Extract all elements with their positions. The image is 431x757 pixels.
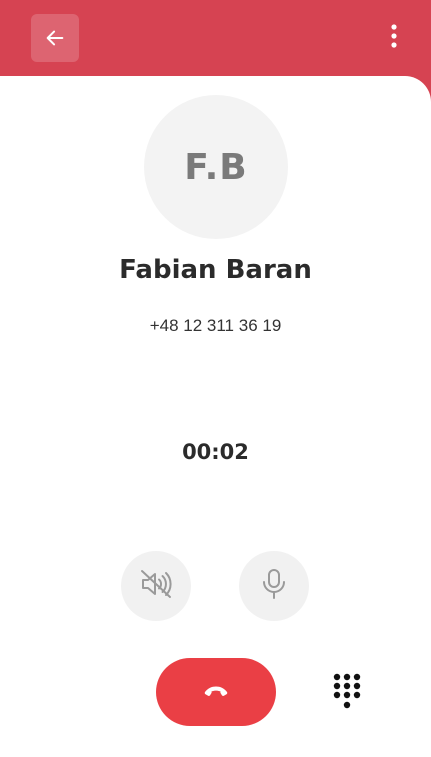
microphone-button[interactable]: [239, 551, 309, 621]
call-timer: 00:02: [182, 440, 249, 464]
back-button[interactable]: [31, 14, 79, 62]
arrow-left-icon: [44, 27, 66, 49]
speaker-muted-icon: [138, 566, 174, 607]
hang-up-button[interactable]: [156, 658, 276, 726]
avatar-initials: F.B: [184, 146, 248, 188]
contact-name: Fabian Baran: [119, 255, 312, 285]
phone-hangup-icon: [203, 683, 229, 702]
more-options-button[interactable]: [388, 22, 400, 54]
speaker-button[interactable]: [121, 551, 191, 621]
microphone-icon: [259, 567, 289, 606]
dialpad-icon: [330, 672, 364, 714]
avatar: F.B: [144, 95, 288, 239]
dialpad-button[interactable]: [330, 672, 364, 714]
more-vertical-icon: [390, 23, 398, 54]
phone-number: +48 12 311 36 19: [149, 316, 282, 335]
